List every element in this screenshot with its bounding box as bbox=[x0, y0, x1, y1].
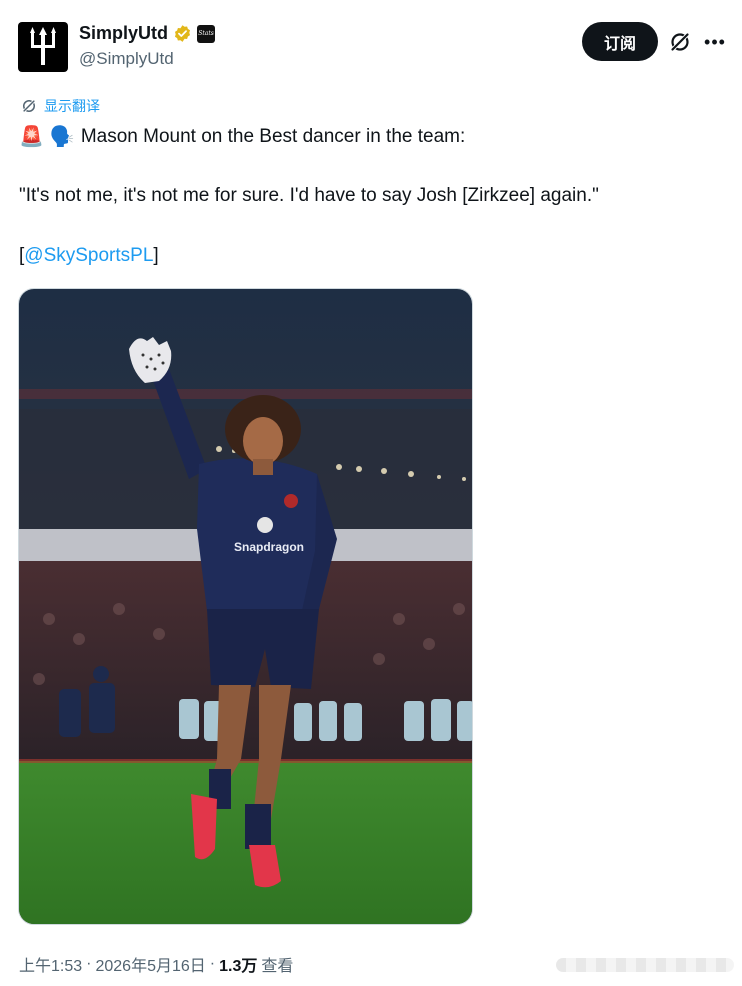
display-name[interactable]: SimplyUtd bbox=[79, 23, 168, 44]
verified-badge-icon[interactable] bbox=[173, 24, 192, 43]
tweet-photo[interactable]: Snapdragon bbox=[18, 288, 473, 925]
trident-logo-icon bbox=[30, 27, 56, 65]
view-count-label: 查看 bbox=[261, 958, 294, 975]
siren-emoji-icon: 🚨 bbox=[19, 126, 44, 148]
separator-dot: · bbox=[86, 955, 92, 972]
tweet-quote: "It's not me, it's not me for sure. I'd … bbox=[19, 185, 599, 206]
tweet-source-line: [@SkySportsPL] bbox=[19, 245, 159, 267]
show-translation-link[interactable]: 显示翻译 bbox=[20, 96, 100, 116]
separator-dot: · bbox=[209, 955, 216, 972]
subscribe-button[interactable]: 订阅 bbox=[582, 22, 658, 61]
tweet-time[interactable]: 上午1:53 bbox=[19, 952, 82, 976]
mention-link[interactable]: @SkySportsPL bbox=[24, 245, 153, 266]
speaking-head-emoji-icon: 🗣️ bbox=[49, 126, 75, 148]
author-handle[interactable]: @SimplyUtd bbox=[79, 49, 174, 69]
affiliate-badge-icon[interactable]: Stats bbox=[197, 24, 216, 43]
view-count: 1.3万 bbox=[219, 958, 258, 975]
mention-bracket-close: ] bbox=[153, 245, 159, 266]
affiliate-badge-text: Stats bbox=[198, 30, 214, 37]
tweet-headline: Mason Mount on the Best dancer in the te… bbox=[80, 125, 466, 147]
translate-icon bbox=[22, 99, 36, 113]
tweet-line-1: 🚨 🗣️ Mason Mount on the Best dancer in t… bbox=[19, 124, 465, 149]
more-options-icon[interactable]: ••• bbox=[703, 30, 727, 54]
show-translation-label: 显示翻译 bbox=[44, 98, 100, 114]
shirt-sponsor-text: Snapdragon bbox=[234, 540, 304, 554]
blurred-watermark bbox=[556, 958, 734, 972]
grok-icon[interactable] bbox=[668, 30, 692, 54]
avatar[interactable] bbox=[18, 22, 68, 72]
tweet-meta: 上午1:53 · 2026年5月16日 · 1.3万 查看 bbox=[19, 952, 293, 976]
tweet-date[interactable]: 2026年5月16日 bbox=[95, 952, 205, 976]
author-name-row: SimplyUtd Stats bbox=[79, 23, 216, 44]
player-celebration-image: Snapdragon bbox=[19, 289, 472, 924]
